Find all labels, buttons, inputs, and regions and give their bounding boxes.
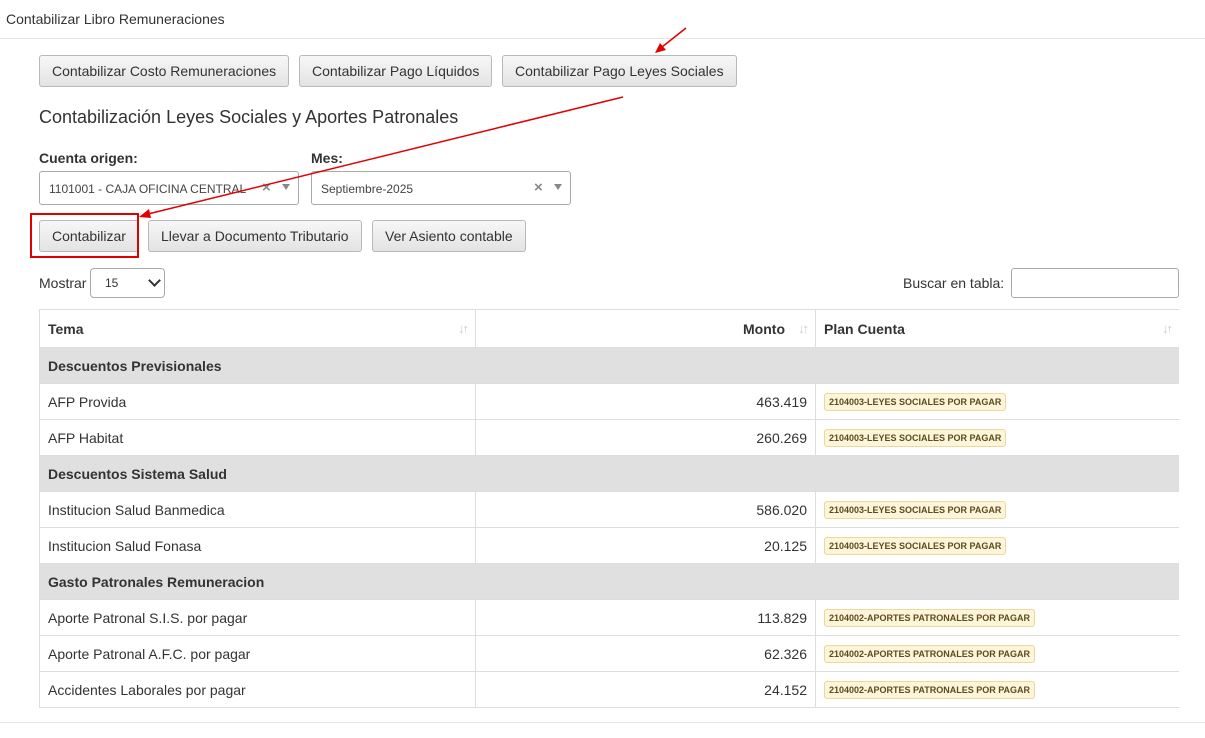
cell-tema: AFP Provida (39, 383, 476, 420)
account-badge: 2104003-LEYES SOCIALES POR PAGAR (824, 429, 1007, 447)
clear-icon[interactable]: × (262, 179, 271, 196)
sort-icon[interactable]: ↓↑ (458, 321, 469, 336)
column-header-label: Tema (48, 320, 84, 337)
mes-select[interactable]: Septiembre-2025 × (311, 171, 571, 205)
cell-monto: 24.152 (475, 671, 816, 708)
mes-value: Septiembre-2025 (321, 182, 414, 196)
cell-tema: Aporte Patronal S.I.S. por pagar (39, 599, 476, 636)
group-label: Descuentos Previsionales (39, 347, 1179, 384)
account-badge: 2104002-APORTES PATRONALES POR PAGAR (824, 681, 1036, 699)
group-row: Descuentos Previsionales (39, 347, 1179, 384)
annotation-arrowhead (655, 43, 666, 53)
cell-monto: 260.269 (475, 419, 816, 456)
table-row[interactable]: Institucion Salud Fonasa 20.125 2104003-… (39, 527, 1179, 564)
page-title: Contabilizar Libro Remuneraciones (6, 11, 225, 27)
data-table: Tema ↓↑ Monto ↓↑ Plan Cuenta ↓↑ Descuent… (39, 309, 1179, 708)
bottom-divider (0, 722, 1205, 723)
account-badge: 2104002-APORTES PATRONALES POR PAGAR (824, 645, 1036, 663)
cuenta-origen-select[interactable]: 1101001 - CAJA OFICINA CENTRAL × (39, 171, 299, 205)
mes-label: Mes: (311, 150, 343, 166)
data-table-container: Tema ↓↑ Monto ↓↑ Plan Cuenta ↓↑ Descuent… (39, 309, 1179, 708)
contabilizar-costo-button[interactable]: Contabilizar Costo Remuneraciones (39, 55, 290, 87)
chevron-down-icon[interactable] (554, 184, 562, 190)
account-badge: 2104003-LEYES SOCIALES POR PAGAR (824, 501, 1007, 519)
chevron-down-icon (148, 274, 161, 287)
ver-asiento-contable-button[interactable]: Ver Asiento contable (372, 220, 526, 252)
llevar-documento-tributario-button[interactable]: Llevar a Documento Tributario (148, 220, 362, 252)
cell-plan-cuenta: 2104002-APORTES PATRONALES POR PAGAR (815, 671, 1179, 708)
cell-tema: AFP Habitat (39, 419, 476, 456)
contabilizar-leyes-sociales-button[interactable]: Contabilizar Pago Leyes Sociales (502, 55, 737, 87)
cell-tema: Institucion Salud Banmedica (39, 491, 476, 528)
contabilizar-liquidos-button[interactable]: Contabilizar Pago Líquidos (299, 55, 493, 87)
page-header: Contabilizar Libro Remuneraciones (0, 0, 1205, 39)
sort-icon[interactable]: ↓↑ (798, 321, 809, 336)
group-label: Gasto Patronales Remuneracion (39, 563, 1179, 600)
column-header-monto[interactable]: Monto ↓↑ (475, 309, 816, 348)
cell-tema: Aporte Patronal A.F.C. por pagar (39, 635, 476, 672)
group-row: Descuentos Sistema Salud (39, 455, 1179, 492)
table-row[interactable]: Aporte Patronal A.F.C. por pagar 62.326 … (39, 635, 1179, 672)
cell-monto: 463.419 (475, 383, 816, 420)
cell-monto: 113.829 (475, 599, 816, 636)
table-header-row: Tema ↓↑ Monto ↓↑ Plan Cuenta ↓↑ (39, 309, 1179, 348)
cell-plan-cuenta: 2104003-LEYES SOCIALES POR PAGAR (815, 491, 1179, 528)
cuenta-origen-label: Cuenta origen: (39, 150, 138, 166)
page-length-select[interactable]: 15 (90, 268, 165, 298)
table-row[interactable]: AFP Habitat 260.269 2104003-LEYES SOCIAL… (39, 419, 1179, 456)
column-header-tema[interactable]: Tema ↓↑ (39, 309, 476, 348)
cell-plan-cuenta: 2104002-APORTES PATRONALES POR PAGAR (815, 599, 1179, 636)
column-header-label: Monto (743, 320, 785, 337)
clear-icon[interactable]: × (534, 179, 543, 196)
page-length-value: 15 (105, 276, 119, 290)
mostrar-label: Mostrar (39, 275, 87, 291)
account-badge: 2104003-LEYES SOCIALES POR PAGAR (824, 537, 1007, 555)
table-row[interactable]: Institucion Salud Banmedica 586.020 2104… (39, 491, 1179, 528)
cuenta-origen-value: 1101001 - CAJA OFICINA CENTRAL (49, 182, 247, 196)
account-badge: 2104002-APORTES PATRONALES POR PAGAR (824, 609, 1036, 627)
cell-plan-cuenta: 2104003-LEYES SOCIALES POR PAGAR (815, 383, 1179, 420)
search-label: Buscar en tabla: (903, 275, 1005, 291)
annotation-highlight-box (30, 213, 139, 258)
cell-monto: 586.020 (475, 491, 816, 528)
column-header-plan-cuenta[interactable]: Plan Cuenta ↓↑ (815, 309, 1179, 348)
sort-icon[interactable]: ↓↑ (1162, 321, 1173, 336)
cell-plan-cuenta: 2104002-APORTES PATRONALES POR PAGAR (815, 635, 1179, 672)
cell-tema: Accidentes Laborales por pagar (39, 671, 476, 708)
section-title: Contabilización Leyes Sociales y Aportes… (39, 107, 459, 127)
chevron-down-icon[interactable] (282, 184, 290, 190)
table-row[interactable]: AFP Provida 463.419 2104003-LEYES SOCIAL… (39, 383, 1179, 420)
account-badge: 2104003-LEYES SOCIALES POR PAGAR (824, 393, 1007, 411)
cell-plan-cuenta: 2104003-LEYES SOCIALES POR PAGAR (815, 527, 1179, 564)
group-row: Gasto Patronales Remuneracion (39, 563, 1179, 600)
annotation-arrowhead (139, 209, 151, 218)
column-header-label: Plan Cuenta (824, 320, 905, 337)
cell-monto: 20.125 (475, 527, 816, 564)
group-label: Descuentos Sistema Salud (39, 455, 1179, 492)
search-input[interactable] (1011, 268, 1179, 298)
cell-plan-cuenta: 2104003-LEYES SOCIALES POR PAGAR (815, 419, 1179, 456)
cell-tema: Institucion Salud Fonasa (39, 527, 476, 564)
cell-monto: 62.326 (475, 635, 816, 672)
table-row[interactable]: Accidentes Laborales por pagar 24.152 21… (39, 671, 1179, 708)
table-row[interactable]: Aporte Patronal S.I.S. por pagar 113.829… (39, 599, 1179, 636)
